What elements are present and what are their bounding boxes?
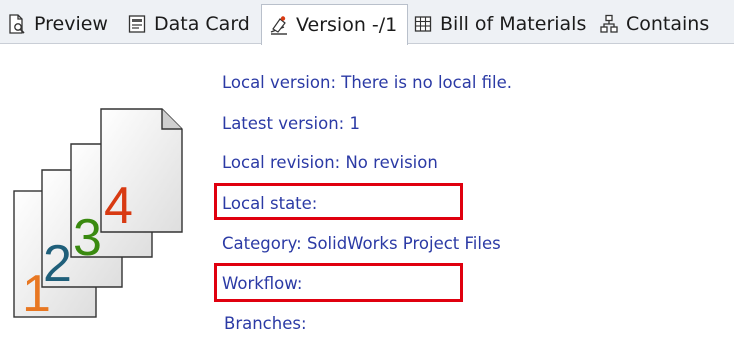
contains-icon bbox=[600, 14, 618, 34]
tab-label: Bill of Materials bbox=[440, 13, 587, 35]
tab-contains[interactable]: Contains bbox=[600, 6, 709, 42]
version-pages-icon: 1 2 3 4 bbox=[10, 107, 190, 323]
tab-data-card[interactable]: Data Card bbox=[128, 6, 250, 42]
tab-label: Contains bbox=[626, 13, 710, 35]
tab-label: Preview bbox=[34, 13, 108, 35]
tab-preview[interactable]: Preview bbox=[8, 6, 108, 42]
local-state-info: Local state: bbox=[222, 194, 318, 213]
data-card-icon bbox=[128, 14, 146, 34]
workflow-info: Workflow: bbox=[222, 274, 303, 293]
preview-icon bbox=[8, 14, 26, 34]
bill-of-materials-icon bbox=[414, 14, 432, 34]
tab-label: Data Card bbox=[154, 13, 250, 35]
version-digit-4: 4 bbox=[104, 177, 133, 235]
local-version-info: Local version: There is no local file. bbox=[222, 73, 513, 92]
category-info: Category: SolidWorks Project Files bbox=[222, 234, 501, 253]
version-panel: 1 2 3 4 Local version: There is no local… bbox=[0, 45, 734, 351]
branches-info: Branches: bbox=[224, 314, 307, 333]
version-icon bbox=[270, 15, 288, 35]
tab-bill-of-materials[interactable]: Bill of Materials bbox=[414, 6, 586, 42]
local-revision-info: Local revision: No revision bbox=[222, 153, 438, 172]
version-digit-3: 3 bbox=[73, 209, 102, 267]
page-sheet-4: 4 bbox=[100, 108, 183, 235]
tab-label: Version -/1 bbox=[296, 14, 398, 36]
version-digit-2: 2 bbox=[43, 235, 72, 293]
tab-bar: Preview Data Card Version -/1 Bill of Ma… bbox=[0, 0, 734, 45]
latest-version-info: Latest version: 1 bbox=[222, 114, 360, 133]
tab-version[interactable]: Version -/1 bbox=[261, 4, 409, 45]
